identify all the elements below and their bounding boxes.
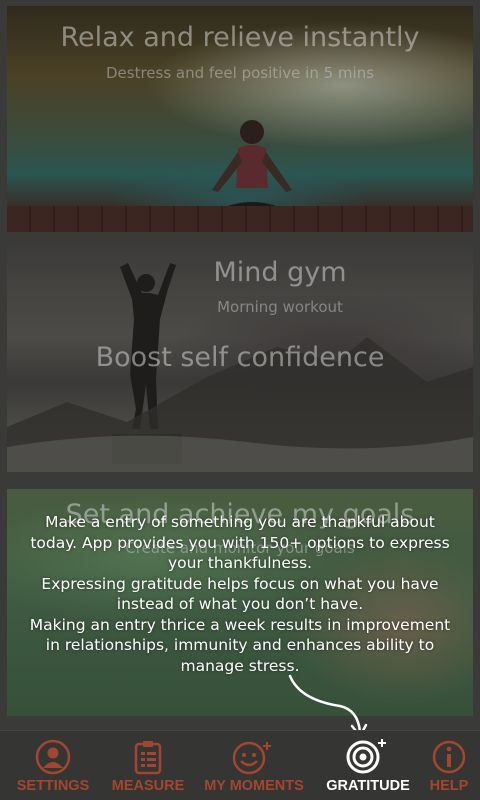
- relax-card[interactable]: Relax and relieve instantly Destress and…: [7, 6, 473, 232]
- clipboard-icon: [134, 741, 162, 775]
- tooltip-line: instead of what you don’t have.: [116, 595, 364, 613]
- tab-settings[interactable]: SETTINGS: [0, 731, 106, 800]
- smiley-plus-icon: [232, 741, 271, 775]
- card-title: Relax and relieve instantly: [60, 22, 420, 53]
- tab-label: MY MOMENTS: [204, 778, 304, 794]
- tooltip-line: Make a entry of something you are thankf…: [45, 513, 435, 531]
- tooltip-line: in relationships, immunity and enhances …: [45, 636, 435, 654]
- tooltip-line: Making an entry thrice a week results in…: [29, 615, 451, 634]
- tooltip-line: Expressing gratitude helps focus on what…: [41, 574, 439, 593]
- bottom-tab-bar: SETTINGS MEASURE MY MOMENTS GRATITUDE HE…: [0, 730, 480, 800]
- meditating-person-image: [210, 120, 294, 226]
- card-subtitle: Destress and feel positive in 5 mins: [105, 64, 375, 82]
- tooltip-line: your thankfulness.: [167, 554, 312, 572]
- tab-gratitude[interactable]: GRATITUDE: [318, 731, 418, 800]
- tab-label: HELP: [429, 778, 469, 794]
- card-title-secondary: Boost self confidence: [95, 342, 385, 373]
- person-icon: [35, 739, 71, 775]
- tab-label: GRATITUDE: [326, 778, 410, 794]
- tooltip-line: manage stress.: [180, 656, 300, 675]
- mountains-image: [7, 337, 473, 472]
- gratitude-tooltip: Make a entry of something you are thankf…: [10, 512, 470, 676]
- tab-measure[interactable]: MEASURE: [106, 731, 190, 800]
- card-title: Mind gym: [213, 257, 347, 288]
- tab-my-moments[interactable]: MY MOMENTS: [190, 731, 318, 800]
- card-subtitle: Morning workout: [217, 298, 343, 316]
- tooltip-line: today. App provides you with 150+ option…: [30, 533, 450, 552]
- tab-label: SETTINGS: [16, 778, 90, 794]
- mind-gym-card[interactable]: Mind gym Morning workout Boost self conf…: [7, 247, 473, 472]
- tab-label: MEASURE: [111, 778, 185, 794]
- info-icon: [432, 740, 466, 774]
- tab-help[interactable]: HELP: [418, 731, 480, 800]
- spiral-plus-icon: [346, 739, 386, 774]
